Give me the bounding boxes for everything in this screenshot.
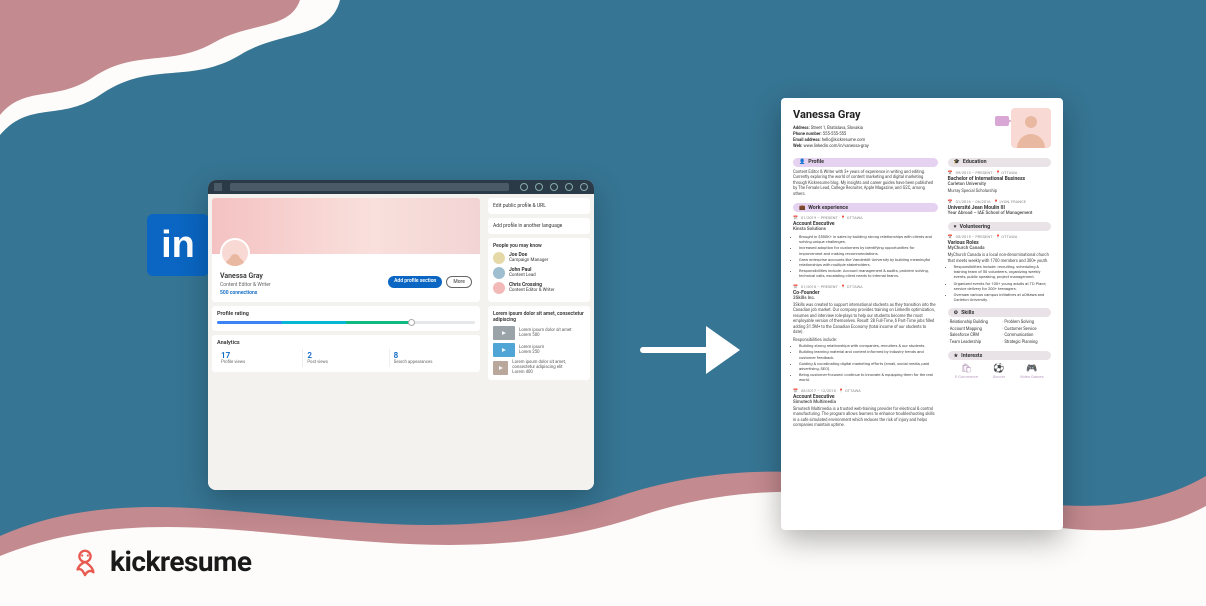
pymk-item[interactable]: John PaulContent Lead — [493, 267, 585, 279]
add-language-link[interactable]: Add profile in another language — [488, 218, 590, 234]
experience-item: 01/2018 – PRESENT · 📍 OTTAWA Co-Founder … — [793, 284, 938, 383]
rating-slider[interactable] — [217, 321, 475, 324]
section-profile: 👤Profile — [793, 158, 938, 167]
nav-notifications-icon[interactable] — [580, 183, 588, 191]
interest-item: 🛍E-Commerce — [955, 364, 978, 379]
add-profile-section-button[interactable]: Add profile section — [388, 276, 442, 288]
profile-rating-title: Profile rating — [217, 311, 475, 317]
promoted-item[interactable]: Lorem ipsumLorem 250 — [493, 343, 585, 357]
section-interests: ★Interests — [948, 351, 1051, 360]
edit-public-profile-link[interactable]: Edit public profile & URL — [488, 198, 590, 214]
avatar — [220, 238, 250, 268]
user-icon: 👤 — [799, 159, 805, 165]
nav-network-icon[interactable] — [535, 183, 543, 191]
skill-item: · Team Leadership — [948, 340, 997, 346]
browser-toolbar — [208, 180, 594, 194]
section-skills: ⚙Skills — [948, 308, 1051, 317]
analytics-card: Analytics 17Profile views2Post views8Sea… — [212, 335, 480, 372]
experience-item: 05/2015 – PRESENT · 📍 OTTAWA Various Rol… — [948, 234, 1051, 302]
section-education: 🎓Education — [948, 158, 1051, 167]
skill-item: · Problem Solving — [1002, 320, 1051, 326]
speech-bubble-icon — [995, 116, 1009, 126]
resume-contact: Address: Street 1, Bratislava, Slovakia … — [793, 126, 869, 150]
skill-item: · Strategic Planning — [1002, 340, 1051, 346]
skill-item: · Customer Service — [1002, 327, 1051, 333]
profile-name: Vanessa Gray — [220, 272, 271, 280]
heart-icon: ♥ — [954, 224, 957, 230]
window-control — [214, 183, 222, 191]
resume-document: Vanessa Gray Address: Street 1, Bratisla… — [781, 98, 1063, 530]
profile-rating-card: Profile rating — [212, 306, 480, 331]
analytics-cell[interactable]: 8Search appearances — [390, 349, 475, 367]
skill-item: · Relationship Building — [948, 320, 997, 326]
promoted-item[interactable]: Lorem ipsum dolor sit amet, consectetur … — [493, 360, 585, 375]
briefcase-icon: 💼 — [799, 205, 805, 211]
profile-connections[interactable]: 500 connections — [220, 290, 271, 296]
linkedin-profile-card: Vanessa Gray Content Editor & Writer 500… — [208, 180, 594, 490]
skill-item: · Account Mapping — [948, 327, 997, 333]
nav-messaging-icon[interactable] — [565, 183, 573, 191]
skill-item: · Salesforce CRM — [948, 333, 997, 339]
profile-hero: Vanessa Gray Content Editor & Writer 500… — [212, 198, 480, 302]
pymk-title: People you may know — [493, 243, 585, 249]
nav-home-icon[interactable] — [520, 183, 528, 191]
pymk-item[interactable]: Joe DoeCampaign Manager — [493, 252, 585, 264]
decor-wave-top — [0, 0, 340, 170]
graduation-icon: 🎓 — [954, 159, 960, 165]
brand-logo: kickresume — [70, 545, 251, 578]
nav-jobs-icon[interactable] — [550, 183, 558, 191]
profile-headline: Content Editor & Writer — [220, 282, 271, 288]
profile-banner — [212, 198, 480, 254]
experience-item: 08/2017 – 12/2018 · 📍 OTTAWA Account Exe… — [793, 388, 938, 429]
kickresume-icon — [70, 547, 100, 577]
brand-name: kickresume — [110, 545, 251, 578]
interest-item: 🎮Video Games — [1020, 364, 1044, 379]
search-input[interactable] — [230, 183, 509, 191]
analytics-title: Analytics — [217, 340, 475, 346]
interest-item: ⚽Soccer — [993, 364, 1005, 379]
experience-item: 01/2019 – PRESENT · 📍 OTTAWA Account Exe… — [793, 215, 938, 279]
analytics-cell[interactable]: 17Profile views — [217, 349, 303, 367]
gear-icon: ⚙ — [954, 310, 958, 316]
linkedin-icon: in — [147, 214, 209, 276]
promoted-title: Lorem ipsum dolor sit amet, consectetur … — [493, 311, 585, 323]
more-button[interactable]: More — [446, 276, 472, 288]
resume-avatar — [1011, 108, 1051, 148]
section-volunteering: ♥Volunteering — [948, 222, 1051, 231]
skill-item: · Communication — [1002, 333, 1051, 339]
promoted-card: Lorem ipsum dolor sit amet, consectetur … — [488, 306, 590, 380]
promoted-item[interactable]: Lorem ipsum dolor sit ametLorem 500 — [493, 326, 585, 340]
section-work: 💼Work experience — [793, 203, 938, 212]
star-icon: ★ — [954, 353, 958, 359]
arrow-icon — [640, 315, 750, 385]
pymk-card: People you may know Joe DoeCampaign Mana… — [488, 238, 590, 302]
experience-item: 01/2016 – 06/2016 · 📍 LYON, FRANCE Unive… — [948, 199, 1051, 216]
pymk-item[interactable]: Chris CrossingContent Editor & Writer — [493, 282, 585, 294]
analytics-cell[interactable]: 2Post views — [303, 349, 389, 367]
resume-name: Vanessa Gray — [793, 108, 869, 121]
experience-item: 09/2013 – PRESENT · 📍 OTTAWA Bachelor of… — [948, 170, 1051, 195]
